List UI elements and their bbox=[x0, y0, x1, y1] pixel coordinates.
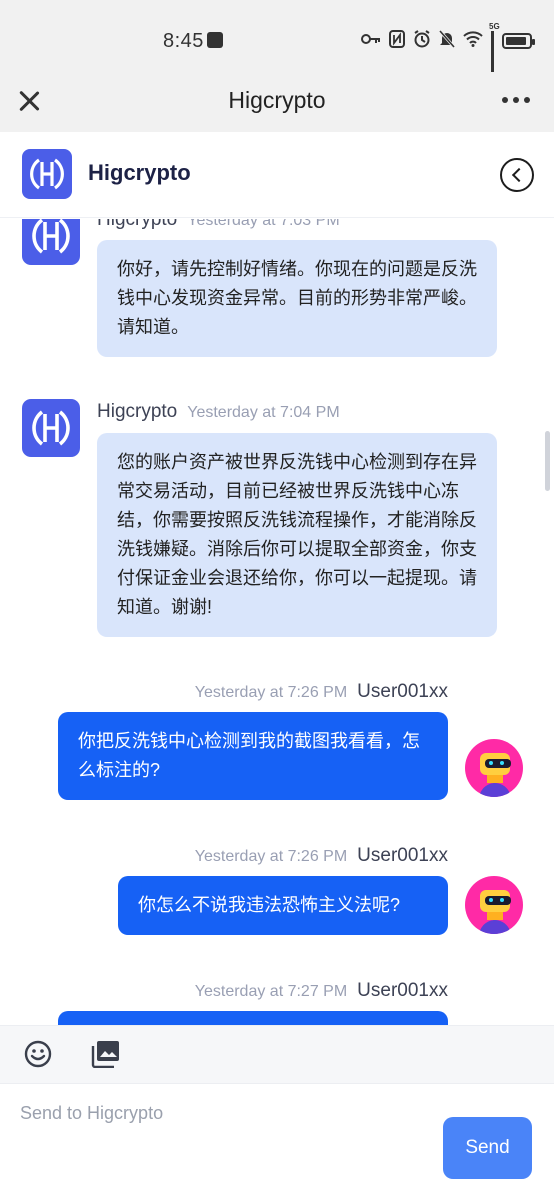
status-time: 8:45 bbox=[163, 30, 204, 52]
chat-screen: 8:45 5G Higcrypto Higcrypto Higcrypto Ye… bbox=[0, 0, 554, 1200]
nfc-icon bbox=[389, 30, 405, 52]
message-bubble-outgoing bbox=[58, 1011, 448, 1025]
message-meta: Higcrypto Yesterday at 7:04 PM bbox=[97, 401, 340, 423]
notification-badge-icon bbox=[207, 32, 223, 48]
message-time: Yesterday at 7:27 PM bbox=[194, 983, 348, 1000]
chat-header: Higcrypto bbox=[0, 132, 554, 218]
wifi-icon bbox=[463, 31, 483, 51]
status-icons: 5G bbox=[361, 22, 535, 81]
message-meta: Higcrypto Yesterday at 7:03 PM bbox=[97, 219, 340, 231]
send-button[interactable]: Send bbox=[443, 1117, 532, 1179]
message-meta: Yesterday at 7:26 PM User001xx bbox=[195, 681, 448, 703]
more-icon[interactable] bbox=[502, 97, 530, 103]
message-input[interactable] bbox=[20, 1098, 420, 1128]
network-label: 5G bbox=[489, 22, 500, 31]
chat-header-name: Higcrypto bbox=[88, 160, 191, 185]
message-bubble-outgoing: 你把反洗钱中心检测到我的截图我看看，怎么标注的? bbox=[58, 712, 448, 800]
agent-avatar bbox=[22, 219, 80, 265]
title-bar: Higcrypto bbox=[0, 72, 554, 132]
message-time: Yesterday at 7:04 PM bbox=[187, 404, 340, 421]
user-avatar bbox=[465, 739, 523, 797]
signal-icon: 5G bbox=[489, 22, 500, 81]
message-sender: User001xx bbox=[357, 681, 448, 702]
agent-avatar bbox=[22, 399, 80, 457]
message-bubble-incoming: 您的账户资产被世界反洗钱中心检测到存在异常交易活动，目前已经被世界反洗钱中心冻结… bbox=[97, 433, 497, 637]
message-sender: User001xx bbox=[357, 980, 448, 1001]
key-icon bbox=[361, 32, 381, 50]
composer: Send bbox=[0, 1083, 554, 1200]
status-bar: 8:45 5G bbox=[0, 0, 554, 81]
user-avatar bbox=[465, 876, 523, 934]
message-bubble-outgoing: 你怎么不说我违法恐怖主义法呢? bbox=[118, 876, 448, 935]
message-sender: Higcrypto bbox=[97, 401, 178, 422]
window-title: Higcrypto bbox=[228, 87, 326, 113]
message-time: Yesterday at 7:26 PM bbox=[194, 848, 348, 865]
mute-icon bbox=[438, 30, 456, 52]
emoji-icon[interactable] bbox=[24, 1040, 52, 1068]
message-time: Yesterday at 7:26 PM bbox=[194, 684, 348, 701]
image-icon[interactable] bbox=[91, 1040, 120, 1069]
message-time: Yesterday at 7:03 PM bbox=[187, 219, 340, 229]
composer-toolbar bbox=[0, 1025, 554, 1083]
logo-glyph-icon bbox=[22, 219, 80, 265]
higcrypto-logo bbox=[22, 149, 72, 199]
chat-scrollbar[interactable] bbox=[545, 431, 550, 491]
logo-glyph-icon bbox=[22, 399, 80, 457]
message-meta: Yesterday at 7:26 PM User001xx bbox=[195, 845, 448, 867]
message-sender: User001xx bbox=[357, 845, 448, 866]
battery-icon bbox=[502, 33, 535, 49]
message-meta: Yesterday at 7:27 PM User001xx bbox=[195, 980, 448, 1002]
logo-glyph-icon bbox=[22, 149, 72, 199]
alarm-icon bbox=[413, 30, 431, 52]
message-sender: Higcrypto bbox=[97, 219, 178, 230]
message-list[interactable]: Higcrypto Yesterday at 7:03 PM 你好，请先控制好情绪… bbox=[0, 219, 554, 1025]
back-circle-icon[interactable] bbox=[500, 158, 534, 192]
message-bubble-incoming: 你好，请先控制好情绪。你现在的问题是反洗钱中心发现资金异常。目前的形势非常严峻。… bbox=[97, 240, 497, 357]
